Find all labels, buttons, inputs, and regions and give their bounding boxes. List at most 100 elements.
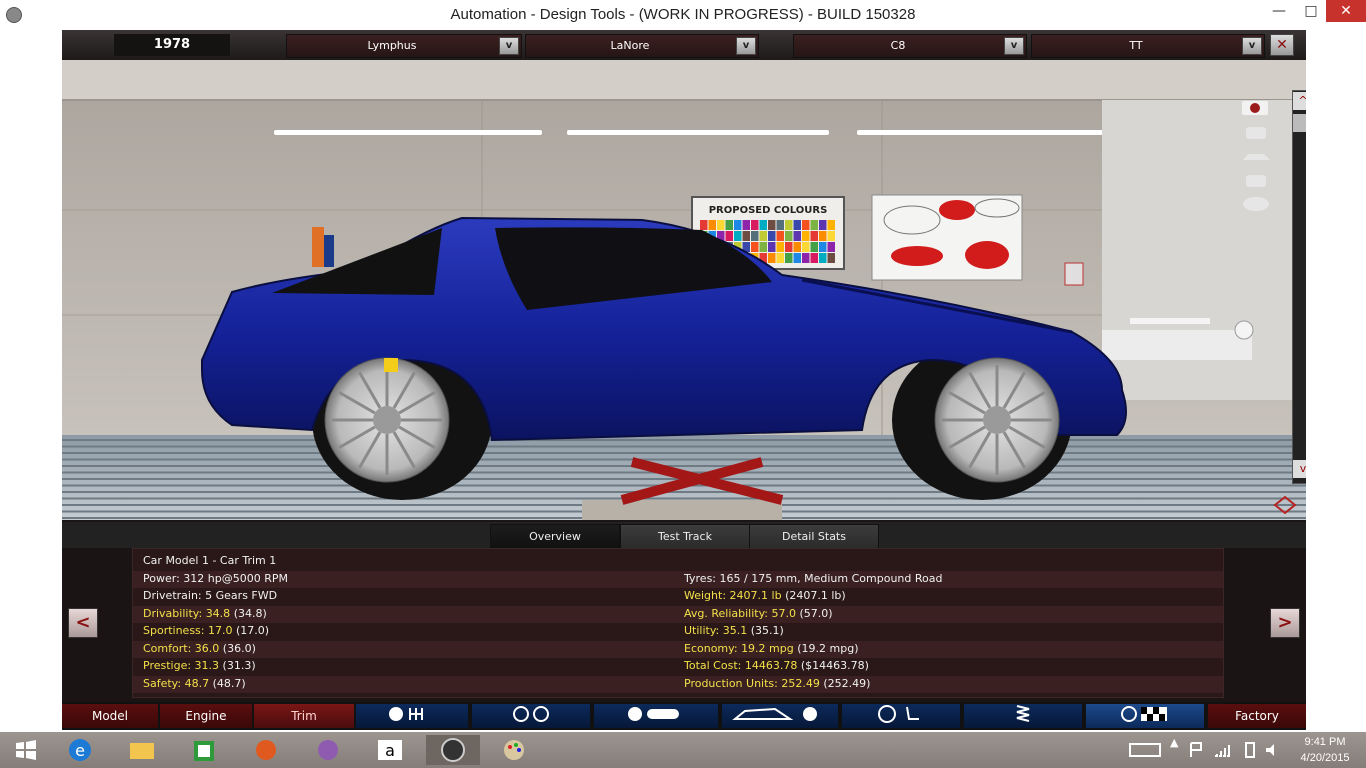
stat-value: 31.3 [194, 659, 220, 672]
tab-overview[interactable]: Overview [490, 524, 620, 550]
scroll-up-button[interactable]: ^ [1293, 92, 1306, 110]
model-family-dropdown[interactable]: Lymphus v [286, 34, 522, 58]
camera-icon[interactable] [1240, 96, 1272, 116]
maximize-button[interactable]: □ [1296, 0, 1326, 22]
scroll-thumb[interactable] [1293, 114, 1306, 132]
front-view-icon[interactable] [1240, 122, 1272, 142]
svg-text:e: e [75, 741, 85, 760]
store-icon[interactable] [184, 735, 224, 765]
file-explorer-icon[interactable] [122, 735, 162, 765]
stat-base-value: (2407.1 lb) [785, 589, 846, 602]
signal-icon[interactable] [1212, 735, 1232, 765]
scroll-down-button[interactable]: v [1293, 460, 1306, 478]
gauge-flag-icon [1121, 706, 1167, 722]
stat-cell: Production Units: 252.49 (252.49) [684, 677, 870, 690]
stat-value: 48.7 [184, 676, 210, 690]
model-name: Car Model 1 - Car Trim 1 [143, 554, 277, 567]
stat-base-value: (19.2 mpg) [797, 641, 859, 655]
stat-label: Drivetrain: [143, 589, 202, 602]
stat-cell: Weight: 2407.1 lb (2407.1 lb) [684, 589, 846, 602]
stats-tabs: Overview Test Track Detail Stats [62, 522, 1306, 550]
design-stage-bar: Model Engine Trim Factory [62, 702, 1306, 730]
brakes-icon [628, 707, 679, 721]
stat-base-value: (252.49) [823, 676, 871, 690]
stat-value: 165 / 175 mm, Medium Compound Road [719, 571, 943, 585]
stage-engine[interactable]: Engine [160, 704, 252, 728]
amazon-icon[interactable]: a [370, 735, 410, 765]
windows-start-icon[interactable] [6, 735, 46, 765]
stats-table: Car Model 1 - Car Trim 1 Power: 312 hp@5… [132, 548, 1224, 698]
dropdown-arrow-icon[interactable]: v [1242, 37, 1262, 55]
model-dropdown[interactable]: LaNore v [525, 34, 759, 58]
stage-trim[interactable]: Trim [254, 704, 354, 728]
dropdown-arrow-icon[interactable]: v [1004, 37, 1024, 55]
stage-body[interactable] [722, 704, 838, 728]
stat-label: Power: [143, 571, 180, 585]
media-app-icon[interactable] [246, 735, 286, 765]
tray-arrow-icon[interactable]: ▲ [1170, 736, 1178, 749]
stage-suspension[interactable] [594, 704, 718, 728]
stage-model[interactable]: Model [62, 704, 158, 728]
top-view-icon[interactable] [1240, 194, 1272, 214]
trim-dropdown[interactable]: TT v [1031, 34, 1265, 58]
tab-test-track[interactable]: Test Track [620, 524, 750, 550]
automation-app-icon[interactable] [426, 735, 480, 765]
steam-app-icon[interactable] [308, 735, 348, 765]
reset-view-icon[interactable] [1270, 494, 1300, 516]
zoom-scrollbar[interactable]: ^ v [1290, 90, 1306, 484]
paint-icon[interactable] [494, 735, 534, 765]
stat-base-value: (17.0) [236, 624, 270, 637]
stat-cell: Utility: 35.1 (35.1) [684, 624, 784, 637]
stat-value: 35.1 [722, 624, 748, 637]
next-button[interactable]: > [1270, 608, 1300, 638]
clock-date: 4/20/2015 [1300, 752, 1350, 764]
taskbar: e a ▲ 9:41 PM 4/20/2015 [0, 732, 1366, 768]
rear-view-icon[interactable] [1240, 170, 1272, 190]
gearbox-icon [389, 707, 423, 721]
stat-label: Sportiness: [143, 624, 205, 637]
stage-wheels[interactable] [472, 704, 590, 728]
engine-family-dropdown[interactable]: C8 v [793, 34, 1027, 58]
internet-explorer-icon[interactable]: e [60, 735, 100, 765]
volume-icon[interactable] [1262, 735, 1282, 765]
keyboard-icon[interactable] [1126, 735, 1166, 765]
tab-detail-stats[interactable]: Detail Stats [749, 524, 879, 550]
car-3d-view[interactable]: PROPOSED COLOURS [62, 60, 1306, 520]
stat-label: Production Units: [684, 676, 778, 690]
stat-label: Prestige: [143, 659, 192, 672]
dropdown-arrow-icon[interactable]: v [499, 37, 519, 55]
table-row: Power: 312 hp@5000 RPM Tyres: 165 / 175 m… [133, 570, 1223, 588]
close-window-button[interactable]: ✕ [1326, 0, 1366, 22]
year-display: 1978 [114, 34, 230, 56]
body-fan-icon [732, 707, 817, 721]
poster-title: PROPOSED COLOURS [709, 205, 828, 216]
battery-icon[interactable] [1240, 735, 1260, 765]
prev-button[interactable]: < [68, 608, 98, 638]
table-row: Drivetrain: 5 Gears FWD Weight: 2407.1 lb… [133, 588, 1223, 606]
stage-chassis[interactable] [356, 704, 468, 728]
flag-icon[interactable] [1186, 735, 1206, 765]
stage-interior[interactable] [842, 704, 960, 728]
stat-label: Safety: [143, 676, 182, 690]
stat-value: 57.0 [771, 606, 797, 620]
stat-cell: Drivetrain: 5 Gears FWD [143, 589, 277, 602]
table-row: Car Model 1 - Car Trim 1 [133, 553, 1223, 571]
close-project-button[interactable]: ✕ [1270, 34, 1294, 56]
stat-label: Tyres: [684, 571, 717, 585]
stage-tuning[interactable] [964, 704, 1082, 728]
stage-factory[interactable]: Factory [1208, 704, 1306, 728]
minimize-button[interactable]: — [1262, 0, 1296, 22]
dropdown-arrow-icon[interactable]: v [736, 37, 756, 55]
stat-value: 36.0 [194, 641, 220, 655]
stat-label: Avg. Reliability: [684, 606, 769, 620]
dropdown-label: Lymphus [367, 39, 417, 52]
stat-value: 17.0 [208, 624, 233, 637]
table-row: Comfort: 36.0 (36.0) Economy: 19.2 mpg (1… [133, 640, 1223, 658]
stat-value: 5 Gears FWD [205, 589, 278, 602]
stage-testing[interactable] [1086, 704, 1204, 728]
top-selection-bar: 1978 Lymphus v LaNore v C8 v TT v ✕ [62, 30, 1306, 60]
system-clock[interactable]: 9:41 PM 4/20/2015 [1290, 734, 1360, 766]
side-view-icon[interactable] [1240, 146, 1272, 166]
stat-label: Total Cost: [684, 659, 742, 672]
stat-base-value: (31.3) [222, 659, 256, 672]
